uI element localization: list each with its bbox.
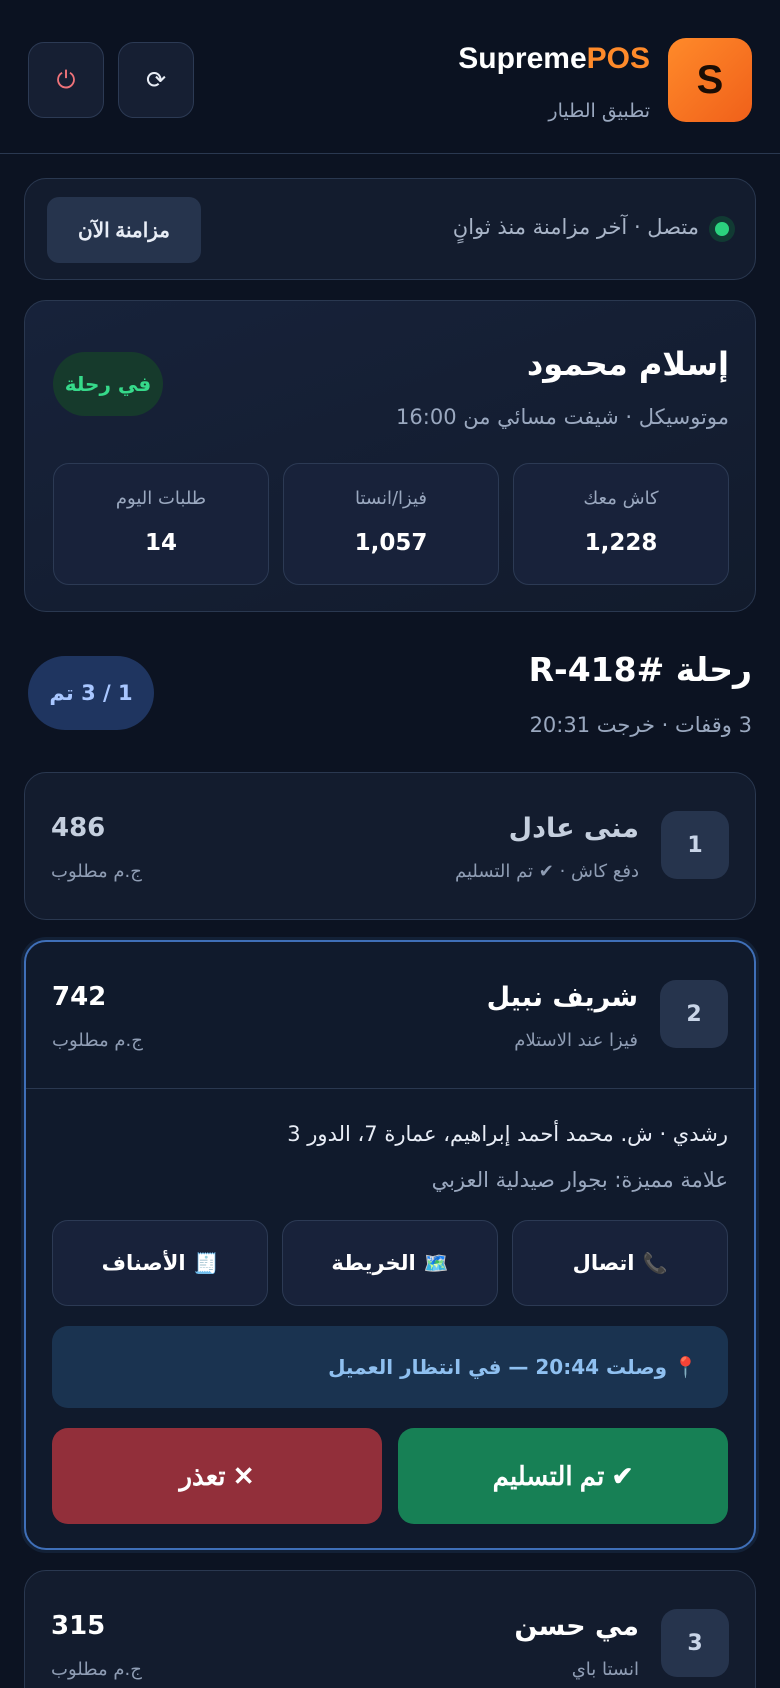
location-pin-icon: 📍 xyxy=(673,1355,698,1379)
trip-meta: 3 وقفات · خرجت 20:31 xyxy=(529,713,752,737)
power-icon: ⏻ xyxy=(56,66,76,94)
customer-name: شريف نبيل xyxy=(486,982,638,1013)
payment-status: دفع كاش · ✔ تم التسليم xyxy=(455,861,639,882)
arrival-status-text: وصلت 20:44 — في انتظار العميل xyxy=(328,1355,668,1379)
app-header: S SupremePOS تطبيق الطيار ⟳ ⏻ xyxy=(0,0,780,154)
amount-due-label: ج.م مطلوب xyxy=(51,861,142,882)
amount-due: 315 xyxy=(51,1611,106,1641)
stat-orders-today: طلبات اليوم 14 xyxy=(53,463,269,585)
stat-label: كاش معك xyxy=(583,488,659,509)
stat-value: 1,228 xyxy=(584,530,658,556)
mark-failed-button[interactable]: ✕ تعذر xyxy=(52,1428,382,1524)
app-logo: S xyxy=(668,38,752,122)
amount-due-label: ج.م مطلوب xyxy=(51,1659,142,1680)
driver-name: إسلام محمود xyxy=(526,345,729,383)
trip-progress-badge: 1 / 3 تم xyxy=(28,656,154,730)
customer-name: مي حسن xyxy=(514,1611,639,1642)
order-items-button[interactable]: 🧾 الأصناف xyxy=(52,1220,268,1306)
logout-button[interactable]: ⏻ xyxy=(28,42,104,118)
arrival-status-banner: 📍 وصلت 20:44 — في انتظار العميل xyxy=(52,1326,728,1408)
stat-label: فيزا/انستا xyxy=(354,488,428,509)
stop-card-2-active: 2 شريف نبيل فيزا عند الاستلام 742 ج.م مط… xyxy=(24,940,756,1550)
sync-status-text: متصل · آخر مزامنة منذ ثوانٍ xyxy=(452,215,699,239)
stat-value: 1,057 xyxy=(354,530,428,556)
receipt-icon: 🧾 xyxy=(193,1251,219,1275)
stop-number: 3 xyxy=(661,1609,729,1677)
stop-card-1[interactable]: 1 منى عادل دفع كاش · ✔ تم التسليم 486 ج.… xyxy=(24,772,756,920)
brand-name: SupremePOS xyxy=(458,42,650,75)
map-icon: 🗺️ xyxy=(423,1251,449,1275)
amount-due: 742 xyxy=(52,982,107,1012)
stat-visa: فيزا/انستا 1,057 xyxy=(283,463,499,585)
delivery-address: رشدي · ش. محمد أحمد إبراهيم، عمارة 7، ال… xyxy=(287,1122,728,1146)
items-label: الأصناف xyxy=(101,1251,186,1275)
sync-card: متصل · آخر مزامنة منذ ثوانٍ مزامنة الآن xyxy=(24,178,756,280)
payment-method: فيزا عند الاستلام xyxy=(514,1030,638,1051)
driver-card: إسلام محمود موتوسيكل · شيفت مسائي من 16:… xyxy=(24,300,756,612)
sync-now-button[interactable]: مزامنة الآن xyxy=(47,197,201,263)
stop-number: 1 xyxy=(661,811,729,879)
open-map-button[interactable]: 🗺️ الخريطة xyxy=(282,1220,498,1306)
driver-status-badge: في رحلة xyxy=(53,352,163,416)
map-label: الخريطة xyxy=(331,1251,416,1275)
driver-meta: موتوسيكل · شيفت مسائي من 16:00 xyxy=(396,405,729,429)
mark-delivered-button[interactable]: ✔ تم التسليم xyxy=(398,1428,728,1524)
app-subtitle: تطبيق الطيار xyxy=(548,100,650,122)
phone-icon: 📞 xyxy=(642,1251,668,1275)
amount-due: 486 xyxy=(51,813,106,843)
stat-label: طلبات اليوم xyxy=(115,488,207,509)
customer-name: منى عادل xyxy=(508,813,639,844)
stop-card-3[interactable]: 3 مي حسن انستا باي 315 ج.م مطلوب xyxy=(24,1570,756,1688)
landmark-note: علامة مميزة: بجوار صيدلية العزبي xyxy=(431,1168,728,1192)
call-label: اتصال xyxy=(572,1251,635,1275)
stat-cash: كاش معك 1,228 xyxy=(513,463,729,585)
stat-value: 14 xyxy=(144,530,177,556)
stop-number: 2 xyxy=(660,980,728,1048)
payment-method: انستا باي xyxy=(571,1659,639,1680)
amount-due-label: ج.م مطلوب xyxy=(52,1030,143,1051)
refresh-icon: ⟳ xyxy=(145,66,167,94)
divider xyxy=(26,1088,754,1089)
call-customer-button[interactable]: 📞 اتصال xyxy=(512,1220,728,1306)
trip-title: رحلة #R-418 xyxy=(528,650,752,689)
online-status-icon xyxy=(709,216,735,242)
refresh-button[interactable]: ⟳ xyxy=(118,42,194,118)
